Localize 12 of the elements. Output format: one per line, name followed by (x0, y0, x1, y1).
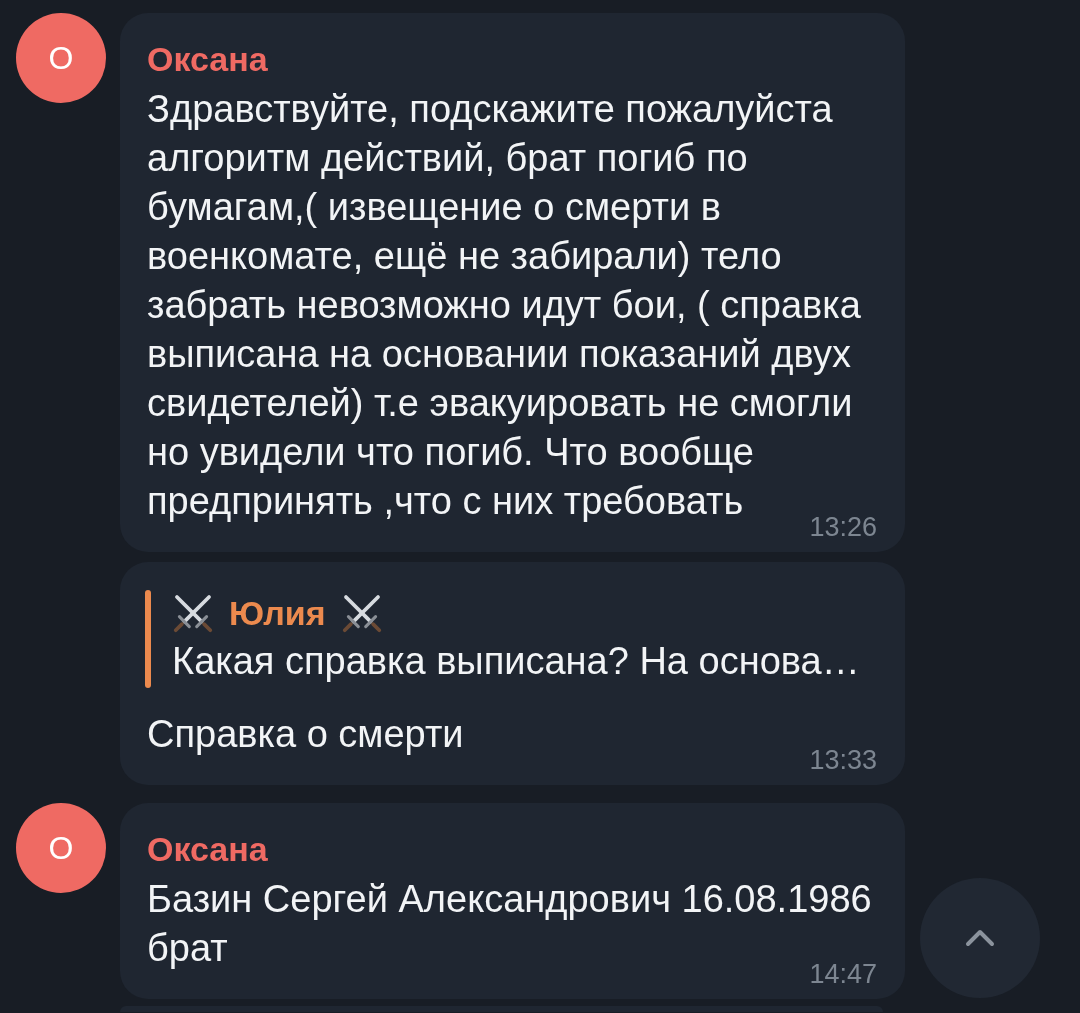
message-text: Справка о смерти (147, 713, 464, 755)
avatar[interactable]: О (16, 13, 106, 103)
reply-sender-name: Юлия (229, 592, 326, 634)
avatar[interactable]: О (16, 803, 106, 893)
reply-quote[interactable]: Юлия Какая справка выписана? На основа… (145, 590, 878, 688)
crossed-swords-icon (172, 592, 214, 634)
quoted-text: Какая справка выписана? На основа… (172, 639, 860, 684)
message-time: 13:33 (809, 748, 877, 772)
chevron-up-icon (965, 929, 995, 947)
crossed-swords-icon (340, 592, 383, 634)
sender-name[interactable]: Оксана (147, 829, 268, 869)
sender-name[interactable]: Оксана (147, 39, 268, 79)
